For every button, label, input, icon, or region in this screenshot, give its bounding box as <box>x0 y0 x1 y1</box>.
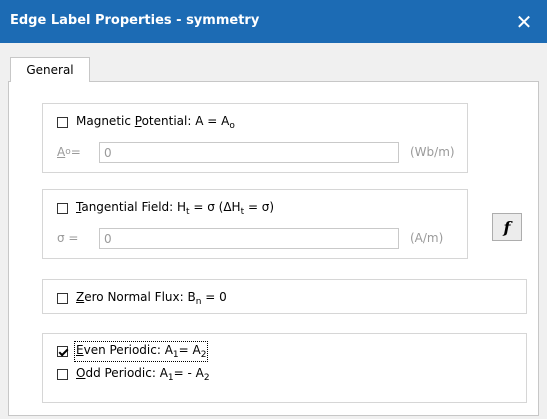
sigma-value-input[interactable]: 0 <box>99 228 399 249</box>
close-icon[interactable]: ✕ <box>501 0 547 43</box>
window-title: Edge Label Properties - symmetry <box>10 13 260 28</box>
periodic-group: Even Periodic: A1= A2 Odd Periodic: A1= … <box>42 333 527 403</box>
ao-field-label: Ao = <box>57 145 81 159</box>
odd-periodic-label[interactable]: Odd Periodic: A1= - A2 <box>76 366 210 383</box>
even-periodic-checkbox[interactable] <box>57 346 68 357</box>
ao-value-input[interactable]: 0 <box>99 142 399 163</box>
tangential-field-label[interactable]: Tangential Field: Ht = σ (ΔHt = σ) <box>76 200 274 217</box>
ao-unit-label: (Wb/m) <box>410 145 455 159</box>
zero-normal-flux-label[interactable]: Zero Normal Flux: Bn = 0 <box>76 290 227 307</box>
tab-general[interactable]: General <box>10 57 90 82</box>
tangential-field-group: Tangential Field: Ht = σ (ΔHt = σ) σ = 0… <box>42 189 468 259</box>
magnetic-potential-group: Magnetic Potential: A = Ao Ao = 0 (Wb/m) <box>42 103 468 173</box>
magnetic-potential-checkbox[interactable] <box>57 117 68 128</box>
zero-normal-flux-group: Zero Normal Flux: Bn = 0 <box>42 279 527 314</box>
title-bar: Edge Label Properties - symmetry ✕ <box>0 0 547 43</box>
tangential-field-checkbox[interactable] <box>57 203 68 214</box>
even-periodic-label[interactable]: Even Periodic: A1= A2 <box>73 341 209 362</box>
odd-periodic-checkbox[interactable] <box>57 369 68 380</box>
dialog-body: General Magnetic Potential: A = Ao Ao = … <box>0 43 547 419</box>
tab-panel-general: Magnetic Potential: A = Ao Ao = 0 (Wb/m)… <box>8 81 539 416</box>
function-button[interactable]: f <box>492 213 522 241</box>
magnetic-potential-label[interactable]: Magnetic Potential: A = Ao <box>76 114 235 131</box>
sigma-unit-label: (A/m) <box>410 231 444 245</box>
sigma-field-label: σ = <box>57 231 79 245</box>
zero-normal-flux-checkbox[interactable] <box>57 293 68 304</box>
